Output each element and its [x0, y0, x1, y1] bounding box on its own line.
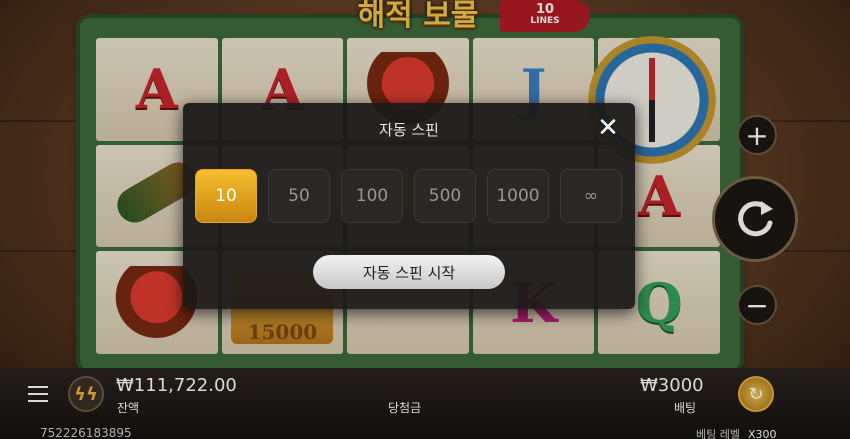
close-icon[interactable]: ✕ [595, 115, 621, 141]
autospin-option[interactable]: 10 [195, 169, 257, 223]
autospin-option[interactable]: 1000 [487, 169, 549, 223]
autospin-option[interactable]: 50 [268, 169, 330, 223]
autospin-option[interactable]: 100 [341, 169, 403, 223]
game-stage: A A 15000 J K A Q 해적 보물 [0, 0, 850, 439]
autospin-option[interactable]: 500 [414, 169, 476, 223]
start-autospin-button[interactable]: 자동 스핀 시작 [313, 255, 505, 289]
autospin-option-infinite[interactable]: ∞ [560, 169, 622, 223]
dialog-title: 자동 스핀 [379, 121, 439, 139]
autospin-dialog: 자동 스핀 ✕ 10 50 100 500 1000 ∞ 자동 스핀 시작 [183, 103, 635, 309]
autospin-options: 10 50 100 500 1000 ∞ [195, 169, 623, 223]
